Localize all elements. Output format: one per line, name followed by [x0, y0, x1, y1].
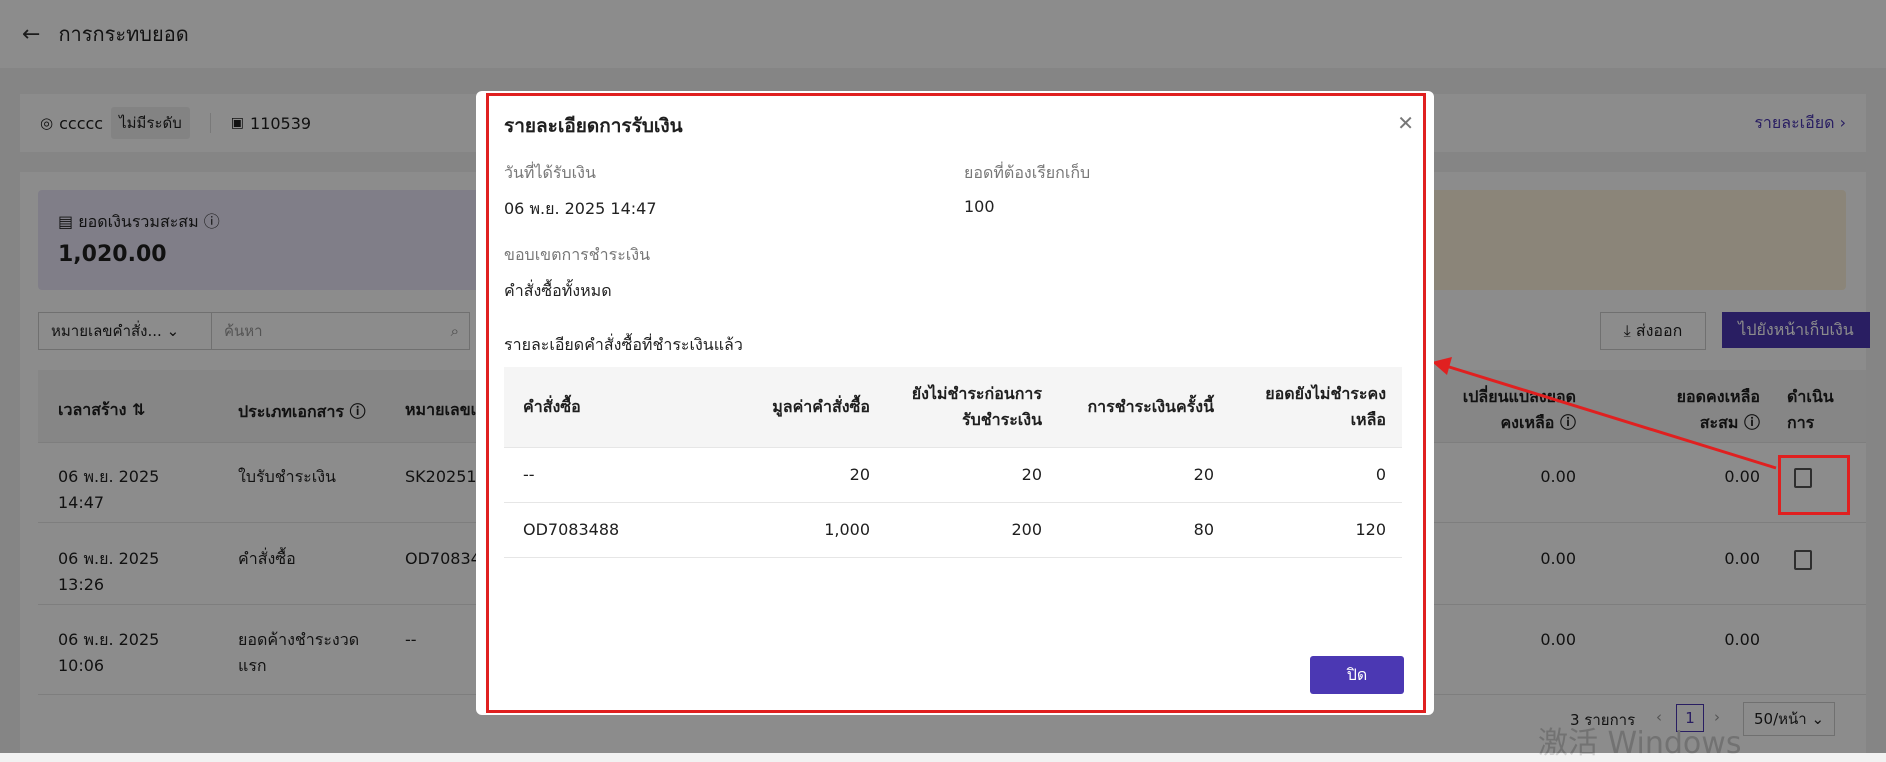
paid-orders-subtitle: รายละเอียดคำสั่งซื้อที่ชำระเงินแล้ว	[504, 335, 743, 354]
modal-title: รายละเอียดการรับเงิน	[504, 115, 683, 137]
arrow-head	[1432, 357, 1452, 375]
scope-value: คำสั่งซื้อทั้งหมด	[504, 281, 612, 300]
modal-row-1-order: --	[523, 465, 535, 484]
col-unpaid-before: ยังไม่ชำระก่อนการ รับชำระเงิน	[911, 384, 1042, 429]
received-date-value: 06 พ.ย. 2025 14:47	[504, 199, 657, 218]
row-divider	[504, 502, 1402, 503]
modal-row-1-this-payment: 20	[1193, 465, 1214, 484]
amount-label: ยอดที่ต้องเรียกเก็บ	[964, 163, 1091, 182]
modal-row-1-remaining: 0	[1375, 465, 1386, 484]
received-date-label: วันที่ได้รับเงิน	[504, 163, 596, 182]
row-divider	[504, 557, 1402, 558]
col-this-payment: การชำระเงินครั้งนี้	[1087, 397, 1214, 416]
modal-row-2-unpaid-before: 200	[1011, 520, 1042, 539]
modal-row-1-order-value: 20	[849, 465, 870, 484]
scope-label: ขอบเขตการชำระเงิน	[504, 245, 651, 264]
close-icon[interactable]: ✕	[1397, 111, 1414, 135]
modal-row-2-this-payment: 80	[1193, 520, 1214, 539]
col-remaining: ยอดยังไม่ชำระคง เหลือ	[1265, 384, 1386, 429]
modal-row-2-order[interactable]: OD7083488	[523, 520, 619, 539]
row-divider	[504, 447, 1402, 448]
col-order-value: มูลค่าคำสั่งซื้อ	[772, 397, 870, 416]
modal-row-2-order-value: 1,000	[824, 520, 870, 539]
payment-detail-modal: รายละเอียดการรับเงิน ✕ วันที่ได้รับเงิน …	[476, 91, 1434, 715]
modal-row-1-unpaid-before: 20	[1021, 465, 1042, 484]
close-button[interactable]: ปิด	[1310, 656, 1404, 694]
amount-value: 100	[964, 197, 995, 216]
modal-row-2-remaining: 120	[1355, 520, 1386, 539]
arrow-line	[1445, 364, 1777, 470]
col-order: คำสั่งซื้อ	[523, 397, 581, 416]
